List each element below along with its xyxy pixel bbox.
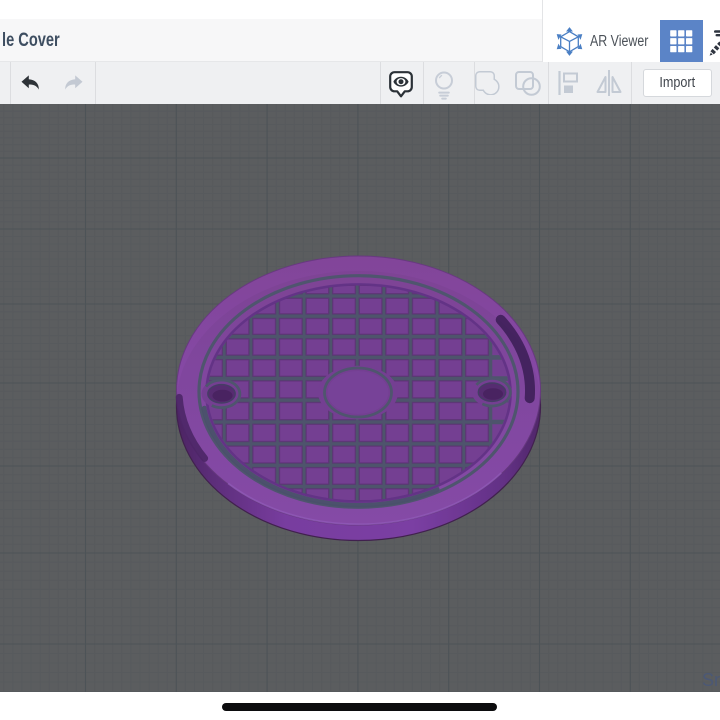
svg-text:Sna: Sna xyxy=(702,670,720,690)
